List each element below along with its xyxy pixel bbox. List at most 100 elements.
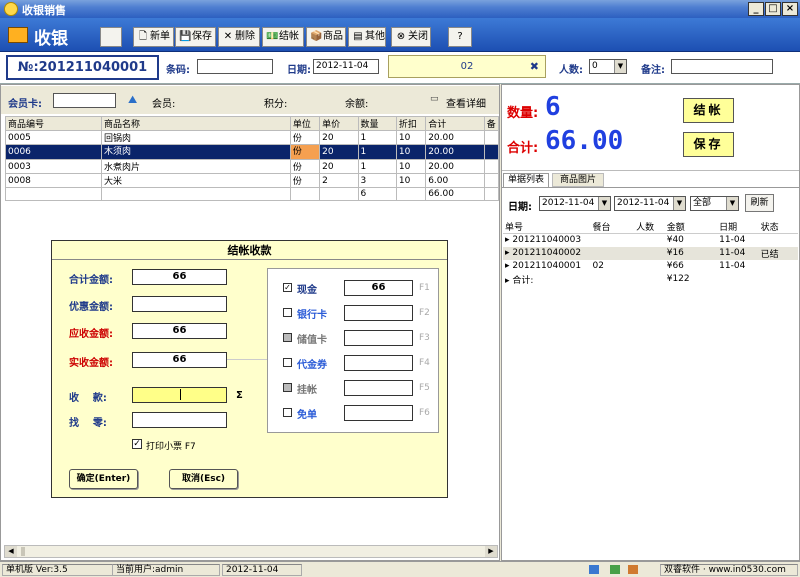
order-row[interactable]: ▸ 201211040002 ¥16 11-04 已结: [503, 246, 798, 260]
table-row[interactable]: 0006 木须肉份 20 1 10 20.00: [5, 144, 500, 160]
tab-order-list[interactable]: 单据列表: [503, 173, 549, 187]
remark-input[interactable]: [671, 59, 773, 74]
order-row[interactable]: ▸ 合计: ¥122: [503, 273, 798, 286]
table-cell: [759, 260, 798, 273]
order-row[interactable]: ▸ 201211040001 02 ¥66 11-04: [503, 260, 798, 273]
pay-method-hotkey: F2: [419, 308, 430, 318]
pay-method-checkbox[interactable]: [283, 408, 292, 417]
pay-method-amount[interactable]: [344, 305, 413, 321]
table-cell: 1: [357, 130, 397, 145]
tab-goods-images[interactable]: 商品图片: [552, 173, 604, 187]
horizontal-scrollbar[interactable]: ◀ ▶: [4, 545, 498, 558]
change-field[interactable]: [132, 412, 227, 428]
pay-method-checkbox[interactable]: [283, 333, 292, 342]
column-header[interactable]: 单价: [319, 116, 359, 131]
paid-field[interactable]: 66: [132, 352, 227, 368]
column-header[interactable]: 人数: [634, 220, 665, 234]
print-receipt-checkbox[interactable]: ✓: [132, 439, 142, 449]
table-cell: [634, 273, 665, 286]
cancel-button[interactable]: 取消(Esc): [169, 469, 238, 489]
total-amount-field[interactable]: 66: [132, 269, 227, 285]
status-filter-select[interactable]: 全部 ▼: [690, 196, 739, 211]
column-header[interactable]: 单号: [503, 220, 591, 234]
table-cell: 已结: [758, 246, 798, 260]
scroll-thumb[interactable]: [21, 547, 25, 556]
date-input[interactable]: 2012-11-04: [313, 59, 379, 74]
network-icon: [589, 565, 599, 574]
column-header[interactable]: 商品名称: [100, 116, 291, 131]
goods-icon: 📦: [310, 31, 323, 42]
table-cell: [717, 273, 759, 286]
pay-method-checkbox[interactable]: [283, 383, 292, 392]
table-cell: ▸ 201211040001: [503, 260, 590, 273]
order-row[interactable]: ▸ 201211040003 ¥40 11-04: [503, 234, 798, 247]
table-cell: 20.00: [425, 144, 485, 160]
points-label: 积分:: [264, 99, 288, 110]
barcode-input[interactable]: [197, 59, 273, 74]
table-cell: [634, 246, 665, 260]
pay-method-checkbox[interactable]: [283, 308, 292, 317]
toolbar-btn-delete[interactable]: ✕ 删除: [218, 27, 260, 47]
scroll-left-icon[interactable]: ◀: [5, 546, 17, 557]
table-row[interactable]: 0003 水煮肉片份 20 1 10 20.00: [5, 159, 500, 174]
scroll-right-icon[interactable]: ▶: [485, 546, 497, 557]
column-header[interactable]: 餐台: [590, 220, 635, 234]
sum-value: 66.00: [545, 126, 624, 156]
toolbar-btn-save[interactable]: 💾保存: [175, 27, 216, 47]
table-row[interactable]: 0005 回锅肉份 20 1 10 20.00: [5, 130, 500, 145]
toolbar-btn-close[interactable]: ⊗ 关闭: [391, 27, 431, 47]
toolbar-btn-other[interactable]: ▤ 其他: [348, 27, 386, 47]
table-cell: 20: [319, 130, 359, 145]
toolbar-btn-goods[interactable]: 📦商品: [306, 27, 346, 47]
table-cell: 11-04: [719, 261, 746, 271]
table-cell: [483, 187, 500, 201]
member-search-icon[interactable]: ⛰: [128, 93, 137, 107]
column-header[interactable]: 备: [483, 116, 500, 131]
column-header[interactable]: 金额: [664, 220, 718, 234]
table-cell: [759, 273, 798, 286]
clear-table-icon[interactable]: ✖: [530, 56, 539, 77]
column-header[interactable]: 单位: [289, 116, 321, 131]
help-icon[interactable]: ?: [448, 27, 472, 47]
pay-method-amount[interactable]: [344, 330, 413, 346]
status-filter-value: 全部: [693, 198, 712, 208]
persons-select[interactable]: 0 ▼: [589, 59, 627, 74]
pay-method-amount[interactable]: [344, 405, 413, 421]
column-header[interactable]: 状态: [758, 220, 798, 234]
sigma-icon[interactable]: Σ: [236, 390, 243, 401]
qty-label: 数量:: [507, 106, 539, 121]
minimize-icon[interactable]: _: [748, 2, 764, 16]
detail-icon: ▭: [430, 94, 439, 104]
table-row[interactable]: 0008 大米份 2 3 10 6.00: [5, 173, 500, 188]
table-cell: [483, 159, 500, 174]
calculator-icon[interactable]: [100, 27, 122, 47]
toolbar-btn-checkout[interactable]: 💵结帐: [262, 27, 304, 47]
checkout-button[interactable]: 结帐: [683, 98, 734, 123]
maximize-icon[interactable]: □: [765, 2, 781, 16]
column-header[interactable]: 折扣: [395, 116, 427, 131]
date-from-select[interactable]: 2012-11-04 ▼: [539, 196, 611, 211]
date-to-select[interactable]: 2012-11-04 ▼: [614, 196, 686, 211]
save-button[interactable]: 保存: [683, 132, 734, 157]
pay-method-amount[interactable]: [344, 380, 413, 396]
view-detail-link[interactable]: 查看详细: [446, 95, 486, 110]
table-number-box[interactable]: 02 ✖: [388, 55, 546, 78]
table-cell: ▸ 201211040003: [503, 234, 590, 247]
column-header[interactable]: 合计: [425, 116, 485, 131]
column-header[interactable]: 日期: [717, 220, 759, 234]
window-title: 收银销售: [22, 4, 66, 17]
member-card-input[interactable]: [53, 93, 116, 108]
refresh-button[interactable]: 刷新: [745, 194, 774, 212]
discount-field[interactable]: [132, 296, 227, 312]
confirm-button[interactable]: 确定(Enter): [69, 469, 138, 489]
window-close-icon[interactable]: ×: [782, 2, 798, 16]
pay-method-amount[interactable]: [344, 355, 413, 371]
column-header[interactable]: 商品编号: [5, 116, 102, 131]
toolbar-btn-new-doc[interactable]: 🗋 新单: [133, 27, 174, 47]
receivable-field[interactable]: 66: [132, 323, 227, 339]
table-cell: [100, 187, 291, 201]
pay-method-checkbox[interactable]: ✓: [283, 283, 292, 292]
column-header[interactable]: 数量: [357, 116, 397, 131]
pay-method-amount[interactable]: 66: [344, 280, 413, 296]
pay-method-checkbox[interactable]: [283, 358, 292, 367]
